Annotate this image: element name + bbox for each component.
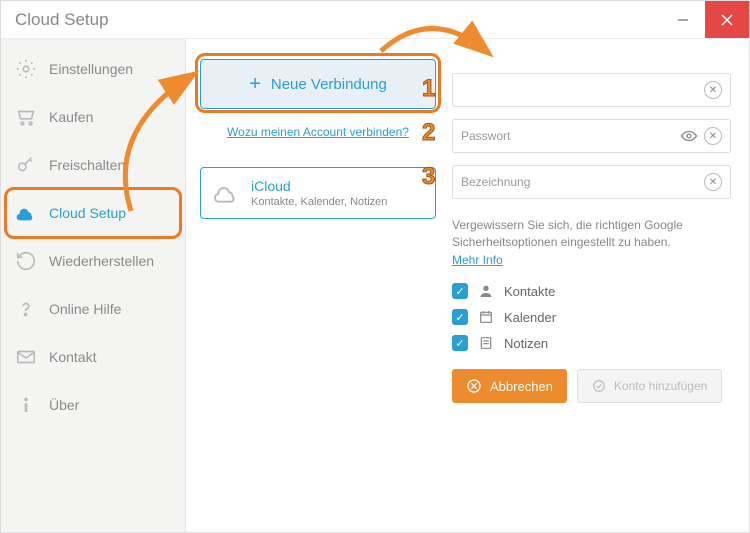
clear-icon[interactable]: ✕ bbox=[704, 173, 722, 191]
sidebar: Einstellungen Kaufen Freischalten Cloud … bbox=[1, 39, 186, 532]
label-field-wrapper: ✕ bbox=[452, 165, 731, 199]
sync-options: ✓ Kontakte ✓ Kalender ✓ Notizen bbox=[452, 283, 731, 351]
annotation-number-3: 3 bbox=[422, 163, 435, 191]
password-field-wrapper: ✕ bbox=[452, 119, 731, 153]
cloud-card-subtitle: Kontakte, Kalender, Notizen bbox=[251, 196, 387, 208]
sidebar-item-label: Freischalten bbox=[49, 157, 125, 173]
cloud-card-title: iCloud bbox=[251, 178, 387, 194]
sidebar-item-label: Wiederherstellen bbox=[49, 253, 154, 269]
cancel-button[interactable]: Abbrechen bbox=[452, 369, 567, 403]
security-hint: Vergewissern Sie sich, die richtigen Goo… bbox=[452, 217, 731, 269]
calendar-icon bbox=[478, 309, 494, 325]
window-controls bbox=[661, 1, 749, 38]
minimize-button[interactable] bbox=[661, 1, 705, 38]
close-button[interactable] bbox=[705, 1, 749, 38]
sidebar-item-contact[interactable]: Kontakt bbox=[1, 333, 185, 381]
sidebar-item-about[interactable]: Über bbox=[1, 381, 185, 429]
new-connection-button[interactable]: + Neue Verbindung bbox=[200, 59, 436, 109]
info-icon bbox=[15, 394, 37, 416]
sidebar-item-label: Über bbox=[49, 397, 79, 413]
clear-icon[interactable]: ✕ bbox=[704, 127, 722, 145]
new-connection-label: Neue Verbindung bbox=[271, 76, 387, 93]
help-icon bbox=[15, 298, 37, 320]
key-icon bbox=[15, 154, 37, 176]
check-notes[interactable]: ✓ Notizen bbox=[452, 335, 731, 351]
cloud-icon bbox=[213, 180, 239, 206]
form-column: ✕ ✕ ✕ Vergewissern Sie sich, die richtig… bbox=[446, 39, 749, 532]
annotation-number-1: 1 bbox=[422, 75, 435, 103]
main: + Neue Verbindung Wozu meinen Account ve… bbox=[186, 39, 749, 532]
label-input[interactable] bbox=[461, 175, 698, 189]
annotation-number-2: 2 bbox=[422, 119, 435, 147]
mail-icon bbox=[15, 346, 37, 368]
checkbox-icon[interactable]: ✓ bbox=[452, 309, 468, 325]
sidebar-item-help[interactable]: Online Hilfe bbox=[1, 285, 185, 333]
plus-icon: + bbox=[249, 73, 261, 96]
sidebar-item-settings[interactable]: Einstellungen bbox=[1, 45, 185, 93]
gear-icon bbox=[15, 58, 37, 80]
sidebar-item-label: Cloud Setup bbox=[49, 205, 126, 221]
notes-icon bbox=[478, 335, 494, 351]
check-calendar[interactable]: ✓ Kalender bbox=[452, 309, 731, 325]
sidebar-item-label: Einstellungen bbox=[49, 61, 133, 77]
body: Einstellungen Kaufen Freischalten Cloud … bbox=[1, 39, 749, 532]
sidebar-item-label: Kontakt bbox=[49, 349, 96, 365]
person-icon bbox=[478, 283, 494, 299]
check-contacts[interactable]: ✓ Kontakte bbox=[452, 283, 731, 299]
restore-icon bbox=[15, 250, 37, 272]
sidebar-item-label: Kaufen bbox=[49, 109, 93, 125]
sidebar-item-cloud[interactable]: Cloud Setup bbox=[1, 189, 185, 237]
eye-icon[interactable] bbox=[680, 127, 698, 145]
cloud-account-card[interactable]: iCloud Kontakte, Kalender, Notizen bbox=[200, 167, 436, 219]
window-title: Cloud Setup bbox=[15, 10, 109, 30]
email-input[interactable] bbox=[461, 83, 698, 97]
cart-icon bbox=[15, 106, 37, 128]
cancel-icon bbox=[466, 378, 482, 394]
sidebar-item-unlock[interactable]: Freischalten bbox=[1, 141, 185, 189]
sidebar-item-restore[interactable]: Wiederherstellen bbox=[1, 237, 185, 285]
checkbox-icon[interactable]: ✓ bbox=[452, 283, 468, 299]
email-field-wrapper: ✕ bbox=[452, 73, 731, 107]
cloud-icon bbox=[15, 202, 37, 224]
check-circle-icon bbox=[592, 379, 606, 393]
add-account-button[interactable]: Konto hinzufügen bbox=[577, 369, 722, 403]
sidebar-item-label: Online Hilfe bbox=[49, 301, 121, 317]
clear-icon[interactable]: ✕ bbox=[704, 81, 722, 99]
sidebar-item-buy[interactable]: Kaufen bbox=[1, 93, 185, 141]
more-info-link[interactable]: Mehr Info bbox=[452, 253, 503, 267]
app-window: Cloud Setup Einstellungen Kaufe bbox=[0, 0, 750, 533]
password-input[interactable] bbox=[461, 129, 680, 143]
titlebar: Cloud Setup bbox=[1, 1, 749, 39]
why-connect-link[interactable]: Wozu meinen Account verbinden? bbox=[227, 125, 409, 139]
center-column: + Neue Verbindung Wozu meinen Account ve… bbox=[186, 39, 446, 532]
checkbox-icon[interactable]: ✓ bbox=[452, 335, 468, 351]
